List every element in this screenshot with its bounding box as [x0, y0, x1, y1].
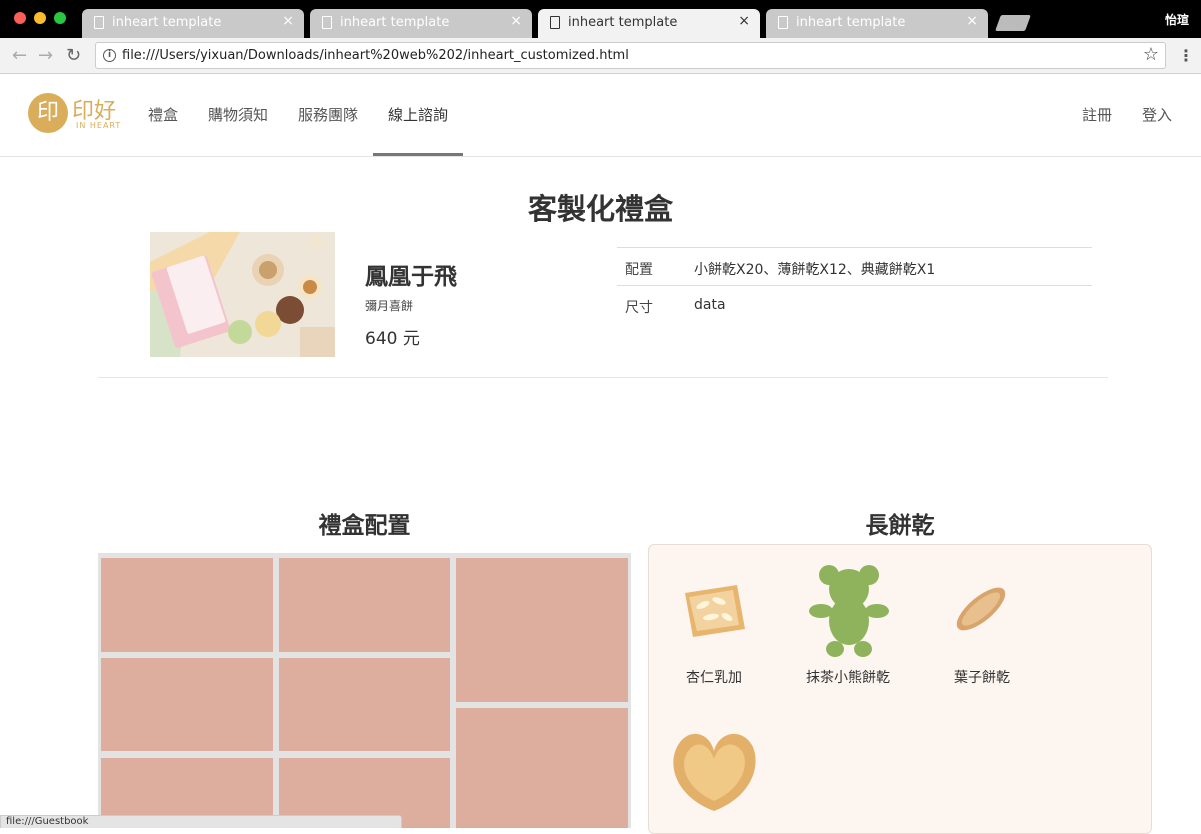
new-tab-button[interactable] [995, 15, 1031, 31]
product-name: 鳳凰于飛 [365, 264, 457, 290]
cookie-section-title: 長餅乾 [865, 513, 935, 539]
box-slot[interactable] [456, 558, 628, 702]
product-category: 彌月喜餅 [365, 299, 414, 313]
tab-title: inheart template [568, 15, 678, 30]
url-text[interactable]: file:///Users/yixuan/Downloads/inheart%2… [122, 48, 629, 63]
logo[interactable]: 印 印好 IN HEART [28, 93, 123, 133]
spec-value: 小餅乾X20、薄餅乾X12、典藏餅乾X1 [694, 262, 936, 278]
reload-icon[interactable]: ↻ [66, 45, 81, 66]
site-header: 印 印好 IN HEART 禮盒 購物須知 服務團隊 線上諮詢 註冊 登入 [0, 75, 1201, 157]
product-image [150, 232, 335, 357]
tab-title: inheart template [340, 15, 450, 30]
more-menu-icon[interactable]: ⋮ [1178, 46, 1194, 65]
profile-name[interactable]: 怡瑄 [1165, 11, 1189, 28]
nav-item-service-team[interactable]: 服務團隊 [298, 104, 358, 125]
close-icon[interactable]: × [282, 13, 294, 29]
nav-item-online-consult[interactable]: 線上諮詢 [388, 104, 448, 125]
page-icon [94, 16, 104, 29]
cookie-label: 葉子餅乾 [954, 670, 1010, 686]
logo-mark: 印 [28, 93, 68, 133]
login-link[interactable]: 登入 [1142, 104, 1172, 125]
browser-tab-strip: inheart template × inheart template × in… [0, 0, 1201, 38]
nav-item-shopping-info[interactable]: 購物須知 [208, 104, 268, 125]
box-slot[interactable] [101, 558, 273, 652]
section-divider [98, 377, 1108, 378]
box-slot[interactable] [101, 658, 273, 751]
box-config-grid [98, 553, 631, 828]
cookie-label: 杏仁乳加 [686, 670, 742, 686]
close-icon[interactable]: × [510, 13, 522, 29]
browser-tab-1[interactable]: inheart template × [82, 9, 304, 38]
register-link[interactable]: 註冊 [1082, 104, 1112, 125]
browser-tab-4[interactable]: inheart template × [766, 9, 988, 38]
spec-key: 尺寸 [625, 300, 653, 316]
box-config-title: 禮盒配置 [318, 513, 411, 539]
active-nav-indicator [373, 153, 463, 156]
almond-cookie-image [685, 585, 745, 637]
status-bar: file:///Guestbook [0, 815, 402, 828]
box-slot[interactable] [279, 558, 450, 652]
close-icon[interactable]: × [966, 13, 978, 29]
page-icon [550, 16, 560, 29]
close-window-button[interactable] [14, 12, 26, 24]
tab-title: inheart template [112, 15, 222, 30]
box-slot[interactable] [279, 658, 450, 751]
info-icon[interactable]: i [103, 49, 116, 62]
leaf-cookie-image [956, 587, 1006, 631]
product-photo [150, 232, 335, 357]
browser-tab-2[interactable]: inheart template × [310, 9, 532, 38]
box-slot[interactable] [456, 708, 628, 828]
spec-row-size: 尺寸 data [617, 286, 1092, 324]
minimize-window-button[interactable] [34, 12, 46, 24]
palmier-cookie-image [673, 733, 756, 811]
spec-value: data [694, 297, 726, 313]
back-arrow-icon[interactable]: ← [12, 45, 27, 66]
page-icon [778, 16, 788, 29]
nav-item-gift-box[interactable]: 禮盒 [148, 104, 178, 125]
forward-arrow-icon[interactable]: → [38, 45, 53, 66]
cookie-label: 抹茶小熊餅乾 [806, 670, 890, 686]
close-icon[interactable]: × [738, 13, 750, 29]
spec-row-config: 配置 小餅乾X20、薄餅乾X12、典藏餅乾X1 [617, 248, 1092, 286]
matcha-bear-cookie-image [809, 565, 889, 657]
tab-title: inheart template [796, 15, 906, 30]
page-icon [322, 16, 332, 29]
logo-subtitle: IN HEART [76, 121, 122, 130]
spec-table: 配置 小餅乾X20、薄餅乾X12、典藏餅乾X1 尺寸 data [617, 247, 1092, 324]
spec-key: 配置 [625, 262, 653, 278]
maximize-window-button[interactable] [54, 12, 66, 24]
cookie-panel: 杏仁乳加 抹茶小熊餅乾 葉子餅乾 [648, 544, 1152, 834]
page-title: 客製化禮盒 [527, 192, 673, 226]
browser-toolbar: ← → ↻ i file:///Users/yixuan/Downloads/i… [0, 38, 1201, 74]
product-price: 640 元 [365, 329, 420, 349]
bookmark-star-icon[interactable]: ☆ [1143, 44, 1159, 65]
browser-tab-3[interactable]: inheart template × [538, 9, 760, 38]
address-bar[interactable]: i file:///Users/yixuan/Downloads/inheart… [95, 42, 1166, 69]
